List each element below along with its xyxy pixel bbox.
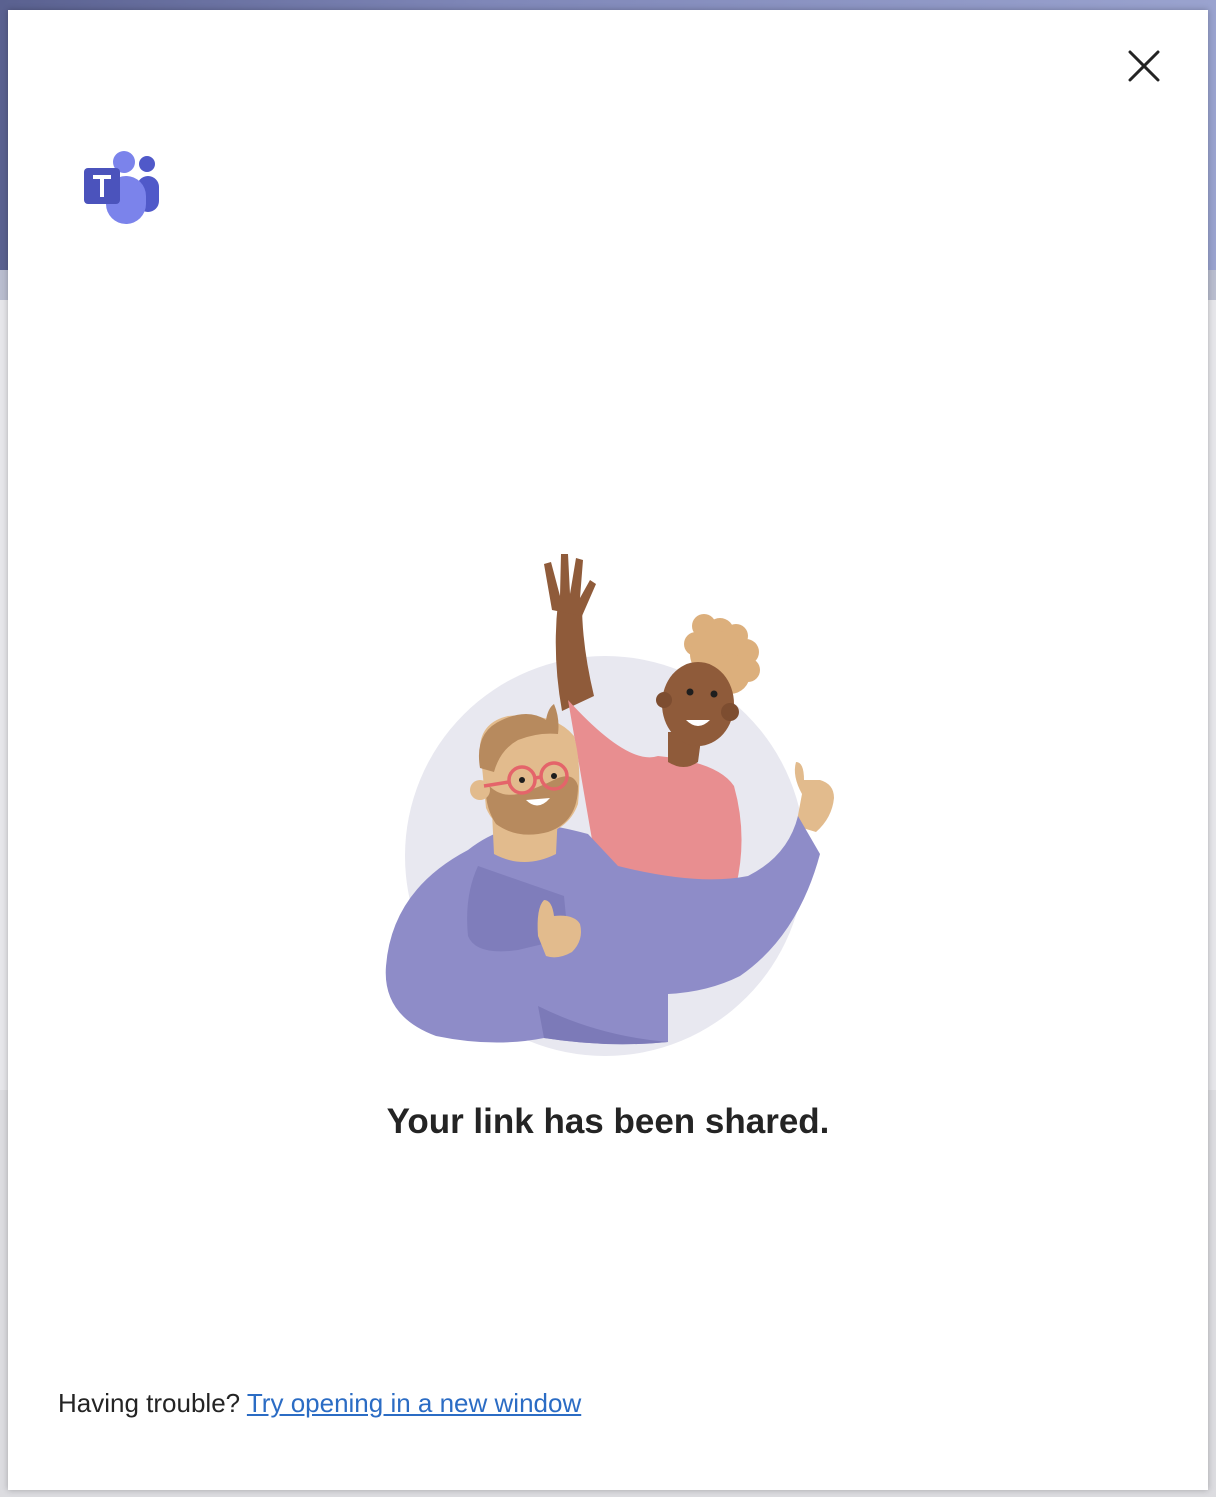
share-dialog: Your link has been shared. Having troubl… (8, 10, 1208, 1490)
trouble-prefix: Having trouble? (58, 1388, 241, 1418)
close-icon (1128, 50, 1160, 82)
woman-hand (544, 554, 596, 616)
trouble-message: Having trouble? Try opening in a new win… (58, 1388, 581, 1419)
close-button[interactable] (1120, 42, 1168, 90)
woman-ear-right (721, 703, 739, 721)
man-ear (470, 780, 490, 800)
woman-ear (656, 692, 672, 708)
woman-raised-arm (555, 602, 594, 711)
success-headline: Your link has been shared. (386, 1102, 830, 1141)
open-new-window-link[interactable]: Try opening in a new window (247, 1388, 581, 1418)
people-celebrating-illustration (385, 554, 834, 1056)
woman-face (662, 662, 734, 746)
teams-logo-icon (84, 151, 159, 224)
